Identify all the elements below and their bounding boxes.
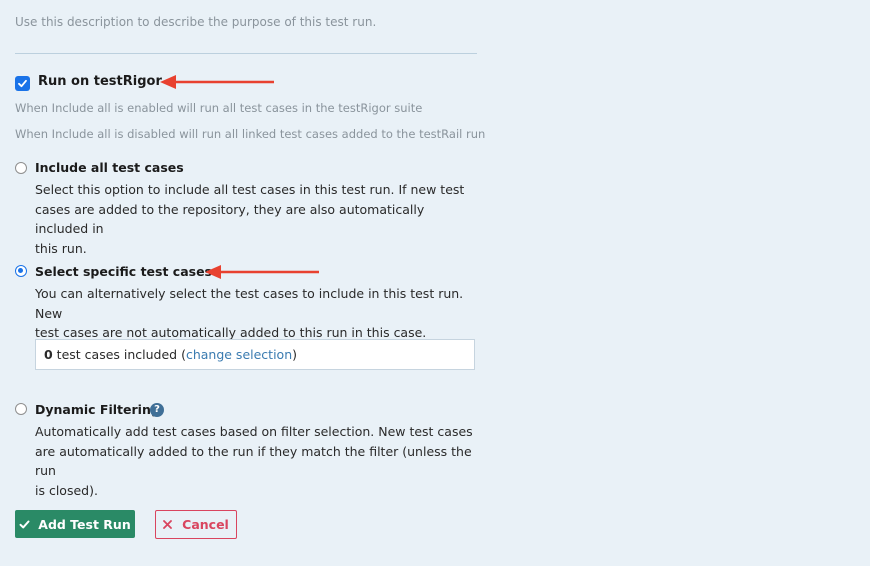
help-icon[interactable]: ? [150,403,164,417]
divider [15,53,477,54]
hint-include-enabled: When Include all is enabled will run all… [15,101,423,115]
run-on-testrigor-checkbox[interactable] [15,76,30,91]
description-hint: Use this description to describe the pur… [15,15,377,29]
dynamic-filtering-description: Automatically add test cases based on fi… [35,422,480,500]
cancel-label: Cancel [182,517,229,532]
dynamic-filtering-title[interactable]: Dynamic Filtering [35,402,160,417]
dynamic-desc-line: are automatically added to the run if th… [35,443,472,479]
change-selection-link[interactable]: change selection [186,347,292,362]
select-specific-title[interactable]: Select specific test cases [35,264,212,279]
include-all-description: Select this option to include all test c… [35,180,480,258]
check-icon [19,520,30,528]
selected-count: 0 [44,347,53,362]
dynamic-desc-line: is closed). [35,482,98,498]
checkmark-icon [18,79,27,88]
test-cases-selection-box: 0 test cases included (change selection) [35,339,475,370]
add-test-run-label: Add Test Run [38,516,131,532]
dynamic-desc-line: Automatically add test cases based on fi… [35,424,473,439]
include-all-radio[interactable] [15,162,27,174]
close-paren: ) [292,347,298,362]
include-all-desc-line: cases are added to the repository, they … [35,201,425,237]
include-all-desc-line: this run. [35,240,87,256]
annotation-arrow-icon [205,265,319,279]
cancel-button[interactable]: Cancel [155,510,237,539]
hint-include-disabled: When Include all is disabled will run al… [15,127,486,141]
select-specific-desc-line: You can alternatively select the test ca… [35,286,464,321]
run-on-testrigor-label[interactable]: Run on testRigor [38,74,162,89]
selected-count-text: test cases included ( [52,347,186,362]
add-test-run-button[interactable]: Add Test Run [15,510,135,538]
select-specific-description: You can alternatively select the test ca… [35,284,480,343]
close-icon [163,520,173,529]
include-all-desc-line: Select this option to include all test c… [35,182,465,197]
annotation-arrow-icon [160,75,274,89]
include-all-title[interactable]: Include all test cases [35,160,184,175]
dynamic-filtering-radio[interactable] [15,403,27,415]
select-specific-radio[interactable] [15,265,27,277]
